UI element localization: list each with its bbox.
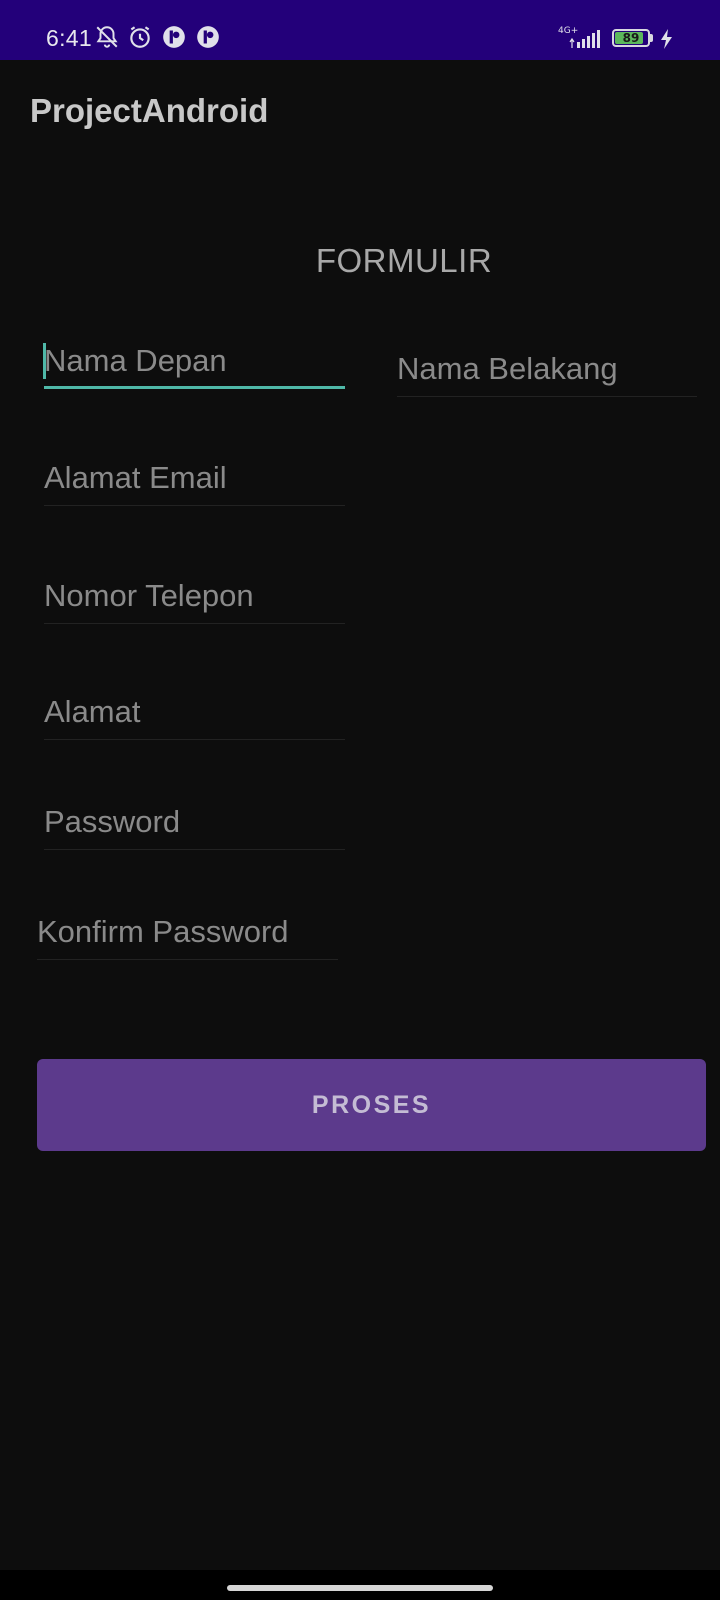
password-field[interactable]: [44, 798, 345, 850]
last-name-input[interactable]: [397, 345, 697, 393]
form-heading: FORMULIR: [315, 242, 493, 279]
battery-tip: [650, 34, 653, 42]
battery-level: 89: [622, 31, 640, 45]
app-notification-icon: [195, 24, 221, 50]
email-input[interactable]: [44, 454, 345, 502]
phone-field[interactable]: [44, 572, 345, 624]
status-bar: 6:41 4G+ 89: [0, 0, 720, 60]
confirm-password-input[interactable]: [37, 908, 338, 956]
home-indicator[interactable]: [227, 1585, 493, 1591]
alarm-icon: [127, 24, 153, 50]
address-field[interactable]: [44, 688, 345, 740]
last-name-field[interactable]: [397, 345, 697, 397]
app-title: ProjectAndroid: [30, 92, 269, 129]
proses-button[interactable]: PROSES: [37, 1059, 706, 1151]
first-name-input[interactable]: [44, 337, 345, 385]
battery-icon: 89: [612, 29, 650, 47]
confirm-password-field[interactable]: [37, 908, 338, 960]
address-input[interactable]: [44, 688, 345, 736]
signal-strength-icon: [568, 28, 602, 50]
status-time: 6:41: [46, 25, 92, 51]
charging-bolt-icon: [658, 28, 674, 50]
notifications-off-icon: [94, 24, 120, 50]
email-field[interactable]: [44, 454, 345, 506]
password-input[interactable]: [44, 798, 345, 846]
app-notification-icon: [161, 24, 187, 50]
phone-input[interactable]: [44, 572, 345, 620]
first-name-field[interactable]: [43, 337, 345, 389]
